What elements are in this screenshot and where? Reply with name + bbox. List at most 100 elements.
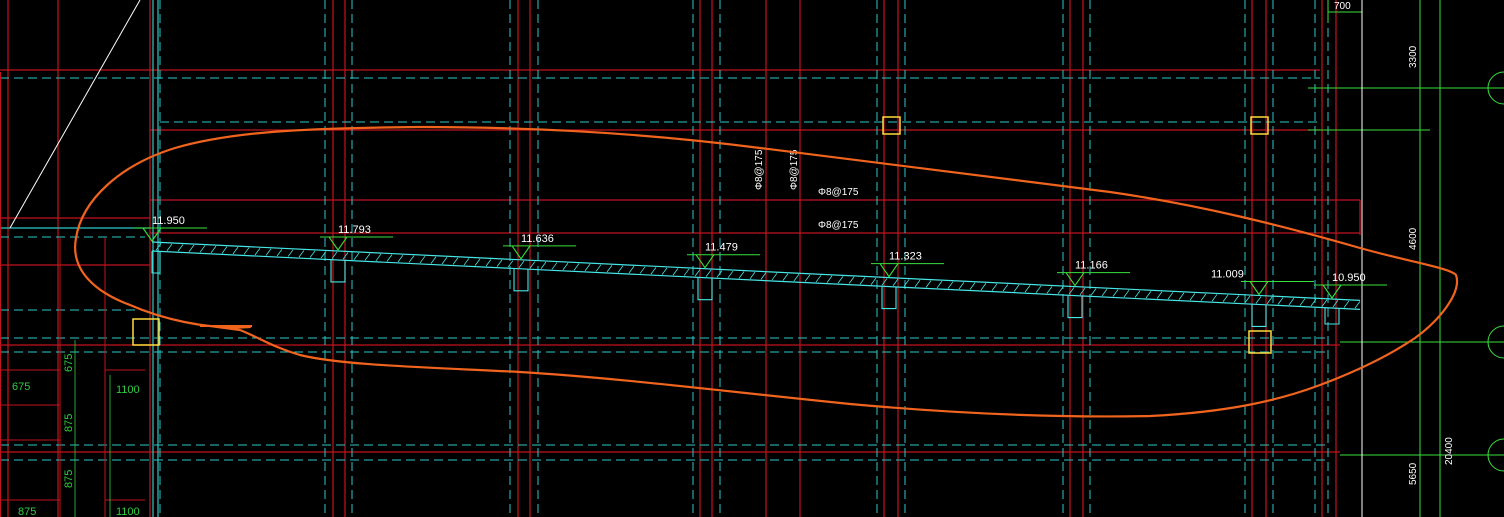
slab-hatch (1013, 284, 1020, 292)
slab-hatch (287, 249, 294, 257)
dim-left-1100b: 1100 (116, 506, 140, 517)
slab-hatch (232, 246, 239, 255)
slab-hatch (375, 253, 382, 262)
rebar-label-vertical-2: Φ8@175 (789, 149, 800, 190)
slab-hatch (1277, 297, 1284, 305)
slab-hatch (562, 262, 569, 271)
dim-right-5650: 5650 (1408, 462, 1419, 485)
elevation-triangle (879, 263, 899, 278)
slab-hatch (1244, 295, 1251, 304)
slab-hatch (694, 269, 701, 277)
slab-hatch (166, 243, 173, 251)
slab-hatch (1057, 286, 1064, 295)
slab-hatch (760, 272, 767, 280)
dim-left-875a: 875 (63, 414, 75, 432)
rebar-label-vertical-1: Φ8@175 (754, 149, 765, 190)
slab-hatch (518, 260, 525, 268)
slab-hatch (650, 267, 657, 275)
slab-hatch (1343, 300, 1350, 308)
slab-hatch (815, 275, 822, 283)
slab-hatch (738, 271, 745, 279)
slab-hatch (584, 263, 591, 272)
slab-hatch (353, 252, 360, 260)
slab-hatch (1299, 298, 1306, 306)
slab-hatch (1112, 289, 1119, 297)
elevation-marker: 11.009 (1211, 268, 1314, 296)
elevation-label: 11.636 (521, 233, 554, 245)
dim-left-875c: 875 (18, 506, 36, 517)
slab-hatch (980, 283, 987, 291)
slab-hatch (705, 269, 712, 277)
slab-hatch (540, 261, 547, 270)
slab-hatch (397, 254, 404, 263)
slab-hatch (199, 245, 206, 253)
slab-hatch (221, 246, 228, 254)
elevation-marker: 11.166 (1057, 260, 1130, 287)
slab-hatch (793, 274, 800, 282)
slab-hatch (1156, 291, 1163, 299)
rebar-label-horizontal-bottom: Φ8@175 (818, 220, 859, 231)
column-markers (132, 116, 1272, 354)
slab-hatch (859, 277, 866, 285)
slab-hatch (672, 268, 679, 276)
slab-hatch (1200, 293, 1207, 301)
slab-hatch (1222, 294, 1229, 302)
slab-hatch (298, 250, 305, 258)
slab-hatch (1024, 285, 1031, 293)
slab-hatch (265, 248, 272, 256)
beam-drop (513, 268, 529, 292)
elevation-marker: 11.636 (503, 233, 576, 260)
slab-hatch (1167, 292, 1174, 300)
slab-hatch (1211, 294, 1218, 302)
slab-hatch (1189, 293, 1196, 301)
slab-hatch (683, 268, 690, 276)
slab-hatch (1046, 286, 1053, 294)
slab-hatch (452, 257, 459, 265)
slab-hatch (749, 271, 756, 280)
slab-hatch (969, 282, 976, 290)
slab-hatch (210, 245, 217, 254)
slab-hatch (243, 247, 250, 255)
elevation-triangle (1322, 284, 1342, 299)
slab-hatch (947, 281, 954, 289)
slab-hatch (1090, 288, 1097, 296)
slab-hatch (551, 262, 558, 270)
elevation-marker: 11.323 (871, 251, 944, 278)
slab-hatch (1255, 296, 1262, 304)
elevation-label: 11.166 (1075, 260, 1108, 272)
cad-drawing-canvas[interactable]: 11.950 11.793 11.636 11.479 11.323 11.166 11.0… (0, 0, 1504, 517)
elevation-triangle (328, 236, 348, 251)
elevation-marker: 10.950 (1314, 272, 1387, 299)
slab-hatch (1266, 296, 1273, 305)
beam-drop (1324, 308, 1340, 325)
slab-hatch (188, 244, 195, 253)
right-dimension-lines (1308, 0, 1504, 517)
slab-hatch (441, 257, 448, 265)
slab-hatch (661, 267, 668, 275)
slab-hatch (826, 275, 833, 283)
slab-hatch (254, 247, 261, 256)
dim-left-675a: 675 (12, 381, 30, 393)
beam-drop (1251, 304, 1267, 328)
elevation-label: 11.009 (1211, 268, 1244, 280)
slab-hatch (1288, 297, 1295, 306)
slab-hatch (837, 276, 844, 284)
slab-hatch (463, 258, 470, 266)
slab-hatch (177, 244, 184, 252)
slab-hatch (639, 266, 646, 274)
elevation-label: 11.950 (152, 215, 185, 227)
elevation-triangle (1249, 281, 1269, 296)
slab-hatch (529, 261, 536, 269)
dim-top-small: 700 (1334, 1, 1351, 12)
slab-hatch (958, 281, 965, 290)
dim-right-20400: 20400 (1444, 437, 1455, 465)
slab-hatch (606, 264, 613, 273)
slab-hatch (804, 274, 811, 282)
slab-hatch (991, 283, 998, 291)
slab-hatch (1101, 288, 1108, 297)
dim-right-3300: 3300 (1408, 45, 1419, 68)
elevation-label: 10.950 (1332, 272, 1366, 284)
dim-right-4600: 4600 (1408, 227, 1419, 250)
elevation-label: 11.323 (889, 251, 922, 263)
slab-hatch (485, 259, 492, 267)
